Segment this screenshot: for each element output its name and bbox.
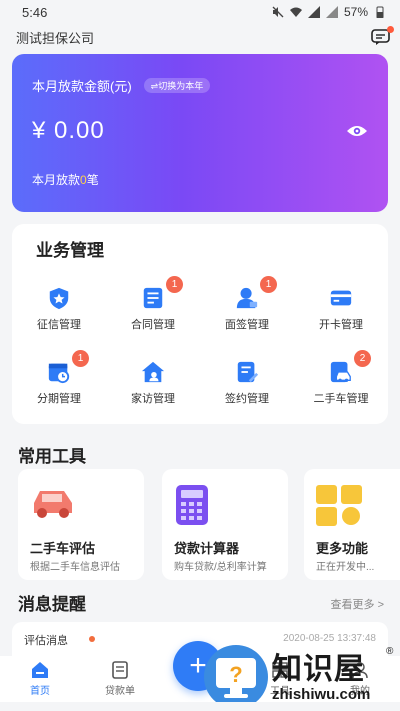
document-icon — [143, 287, 163, 309]
grid-icon — [316, 485, 362, 526]
tool-card-car-valuation[interactable]: 二手车评估 根据二手车信息评估 — [18, 469, 144, 580]
grid-label-used-car: 二手车管理 — [313, 393, 369, 405]
grid-label-card: 开卡管理 — [319, 319, 363, 331]
battery-icon — [376, 6, 384, 18]
mute-icon — [272, 6, 284, 18]
signal-icon-2 — [325, 6, 338, 18]
car-doc-icon — [330, 361, 351, 383]
wifi-icon — [289, 7, 302, 17]
banner-title: 本月放款金额(元) — [32, 79, 132, 94]
badge-installment: 1 — [72, 350, 89, 367]
watermark: ? 知识屋 ® zhishiwu.com — [200, 642, 400, 711]
user-icon — [236, 287, 258, 309]
tool-card-more[interactable]: 更多功能 正在开发中... — [304, 469, 400, 580]
sign-doc-icon — [237, 361, 259, 383]
business-section-title: 业务管理 — [36, 241, 104, 260]
card-icon — [330, 290, 352, 306]
home-icon — [32, 662, 48, 678]
tool-desc-more: 正在开发中... — [316, 562, 375, 573]
switch-period-button[interactable]: ⇌切换为本年 — [143, 78, 211, 93]
tool-card-loan-calculator[interactable]: 贷款计算器 购车贷款/总利率计算 — [162, 469, 288, 580]
chat-bubble-icon[interactable] — [370, 26, 394, 46]
tool-name-more: 更多功能 — [316, 541, 369, 556]
switch-period-label: 切换为本年 — [158, 81, 204, 91]
grid-item-installment[interactable]: 1 分期管理 — [12, 350, 106, 406]
tool-desc-car-valuation: 根据二手车信息评估 — [30, 562, 120, 573]
business-management-card: 业务管理 征信管理 1 合同管理 1 面签管理 开卡管理 1 分期管理 家访管理 — [12, 224, 388, 424]
battery-text: 57% — [343, 5, 368, 19]
loan-count-prefix: 本月放款 — [32, 173, 81, 187]
status-icons: 57% — [272, 5, 386, 19]
grid-item-credit[interactable]: 征信管理 — [12, 276, 106, 332]
shield-star-icon — [49, 287, 69, 310]
badge-interview: 1 — [260, 276, 277, 293]
tool-name-loan-calculator: 贷款计算器 — [174, 541, 240, 556]
grid-label-home-visit: 家访管理 — [131, 393, 175, 405]
grid-item-contract[interactable]: 1 合同管理 — [106, 276, 200, 332]
loan-count-value: 0 — [80, 173, 87, 187]
grid-item-interview[interactable]: 1 面签管理 — [200, 276, 294, 332]
grid-item-used-car[interactable]: 2 二手车管理 — [294, 350, 388, 406]
house-icon — [141, 361, 165, 383]
tools-section-title: 常用工具 — [18, 447, 86, 466]
grid-label-installment: 分期管理 — [37, 393, 81, 405]
top-bar: 测试担保公司 — [0, 24, 400, 50]
tool-desc-loan-calculator: 购车贷款/总利率计算 — [174, 562, 267, 573]
company-name: 测试担保公司 — [16, 30, 95, 46]
loan-summary-banner: 本月放款金额(元) ⇌切换为本年 ¥ 0.00 本月放款0笔 — [12, 54, 388, 212]
grid-label-signing: 签约管理 — [225, 393, 269, 405]
business-grid: 征信管理 1 合同管理 1 面签管理 开卡管理 1 分期管理 家访管理 签约管理 — [12, 276, 388, 406]
tab-loan-list-label: 贷款单 — [105, 686, 135, 697]
messages-section-title: 消息提醒 — [18, 595, 86, 614]
loan-count-suffix: 笔 — [86, 173, 99, 187]
tool-name-car-valuation: 二手车评估 — [30, 541, 96, 556]
calculator-icon — [176, 485, 208, 525]
unread-dot — [387, 26, 394, 33]
calendar-clock-icon — [48, 363, 70, 384]
grid-label-credit: 征信管理 — [37, 319, 81, 331]
grid-item-home-visit[interactable]: 家访管理 — [106, 350, 200, 406]
system-nav-strip — [0, 702, 400, 711]
badge-contract: 1 — [166, 276, 183, 293]
status-time: 5:46 — [22, 4, 48, 20]
list-icon — [112, 661, 128, 679]
tab-home-label: 首页 — [30, 686, 50, 697]
status-bar: 5:46 57% — [0, 0, 400, 24]
grid-label-contract: 合同管理 — [131, 319, 175, 331]
watermark-text: 知识屋 — [272, 653, 365, 686]
watermark-reg: ® — [386, 646, 394, 657]
monitor-question-icon: ? — [204, 645, 268, 709]
tab-loan-list[interactable]: 贷款单 — [80, 656, 160, 702]
badge-used-car: 2 — [354, 350, 371, 367]
car-icon — [34, 491, 72, 518]
message-unread-dot — [89, 636, 95, 642]
grid-item-card[interactable]: 开卡管理 — [294, 276, 388, 332]
signal-icon — [307, 6, 320, 18]
loan-count: 本月放款0笔 — [32, 171, 368, 188]
eye-icon[interactable] — [346, 124, 368, 138]
grid-label-interview: 面签管理 — [225, 319, 269, 331]
tab-home[interactable]: 首页 — [0, 656, 80, 702]
watermark-url: zhishiwu.com — [272, 686, 371, 703]
message-title: 评估消息 — [24, 635, 68, 647]
view-more-link[interactable]: 查看更多 > — [331, 596, 384, 612]
loan-amount: ¥ 0.00 — [32, 117, 105, 144]
grid-item-signing[interactable]: 签约管理 — [200, 350, 294, 406]
svg-text:?: ? — [229, 662, 242, 687]
